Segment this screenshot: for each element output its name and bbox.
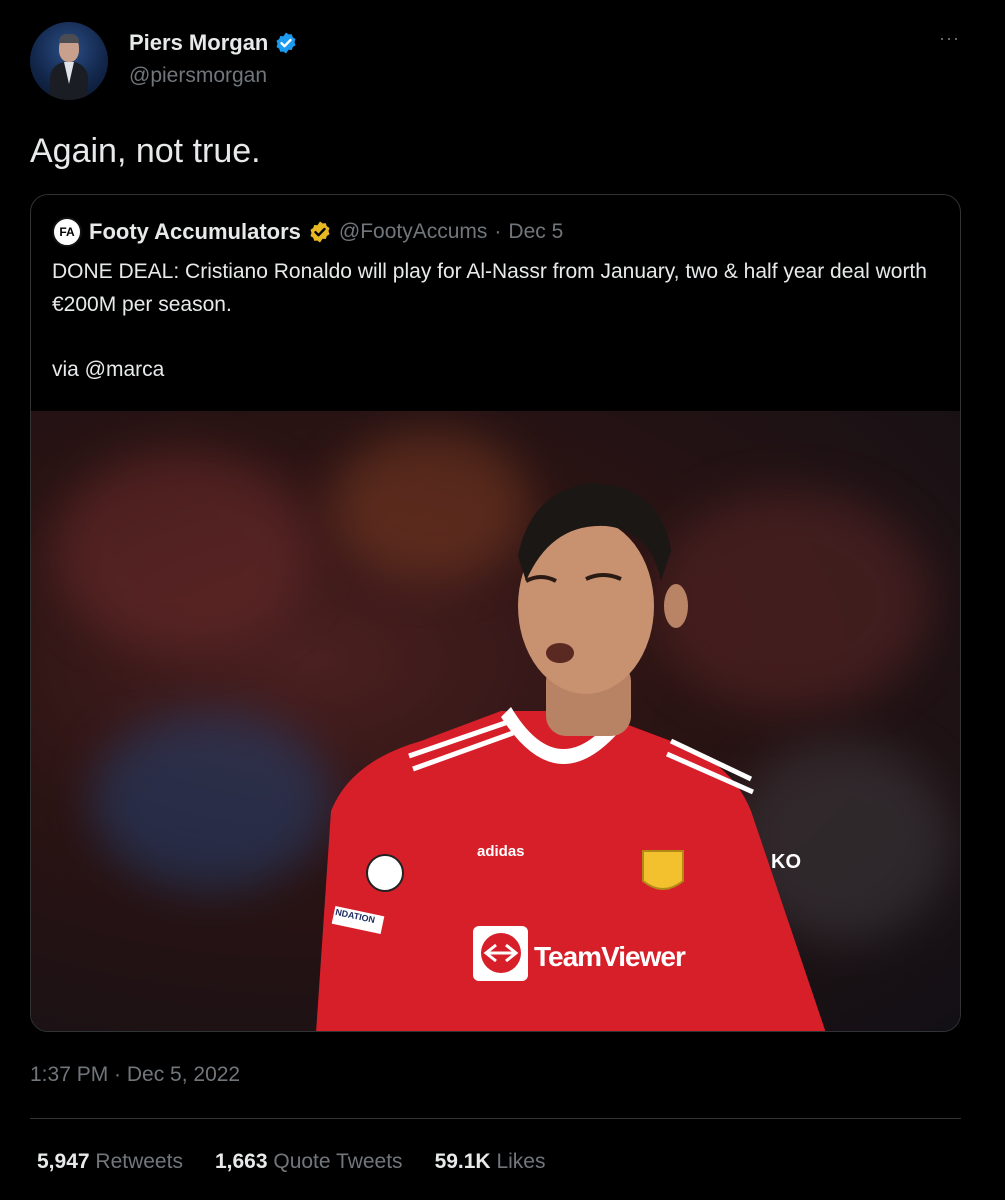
- quoted-tweet-card[interactable]: FA Footy Accumulators @FootyAccums · Dec…: [30, 194, 961, 1032]
- author-avatar[interactable]: [30, 22, 108, 100]
- retweets-count: 5,947: [37, 1150, 90, 1173]
- player-illustration: [316, 483, 826, 1031]
- quoted-author-handle[interactable]: @FootyAccums: [339, 220, 488, 244]
- retweets-stat[interactable]: 5,947 Retweets: [37, 1150, 183, 1174]
- quote-tweets-stat[interactable]: 1,663 Quote Tweets: [215, 1150, 403, 1174]
- sleeve-text: KO: [771, 851, 801, 873]
- verified-badge-icon: [310, 221, 330, 243]
- verified-badge-icon: [276, 32, 296, 54]
- separator-dot: ·: [494, 220, 502, 243]
- tweet-text: Again, not true.: [30, 132, 261, 170]
- engagement-stats: 5,947 Retweets 1,663 Quote Tweets 59.1K …: [37, 1150, 545, 1174]
- tweet-timestamp[interactable]: 1:37 PM · Dec 5, 2022: [30, 1063, 240, 1087]
- tweet-header: Piers Morgan @piersmorgan ···: [30, 22, 980, 102]
- author-name[interactable]: Piers Morgan: [129, 30, 268, 56]
- quoted-author-avatar[interactable]: FA: [52, 217, 82, 247]
- more-options-icon[interactable]: ···: [939, 28, 960, 49]
- likes-count: 59.1K: [434, 1150, 491, 1173]
- quote-tweets-count: 1,663: [214, 1150, 268, 1173]
- author-name-row: Piers Morgan: [129, 30, 298, 56]
- quoted-tweet-image[interactable]: adidas TeamViewer KO NDATION: [31, 411, 960, 1031]
- quote-tweets-label: Quote Tweets: [273, 1150, 403, 1173]
- quoted-tweet-source: via @marca: [52, 358, 165, 381]
- quoted-tweet-header: FA Footy Accumulators @FootyAccums · Dec…: [52, 217, 563, 247]
- likes-label: Likes: [496, 1150, 546, 1173]
- likes-stat[interactable]: 59.1K Likes: [435, 1150, 546, 1174]
- shirt-sponsor-text: TeamViewer: [534, 941, 686, 972]
- quoted-author-name[interactable]: Footy Accumulators: [89, 219, 301, 245]
- retweets-label: Retweets: [95, 1150, 183, 1173]
- shirt-brand-text: adidas: [477, 843, 525, 860]
- quoted-tweet-body: DONE DEAL: Cristiano Ronaldo will play f…: [52, 255, 932, 418]
- divider: [30, 1118, 961, 1119]
- author-handle[interactable]: @piersmorgan: [129, 64, 267, 88]
- avatar-hair: [59, 34, 79, 43]
- quoted-tweet-text: DONE DEAL: Cristiano Ronaldo will play f…: [52, 260, 927, 316]
- quoted-tweet-date[interactable]: Dec 5: [508, 220, 563, 244]
